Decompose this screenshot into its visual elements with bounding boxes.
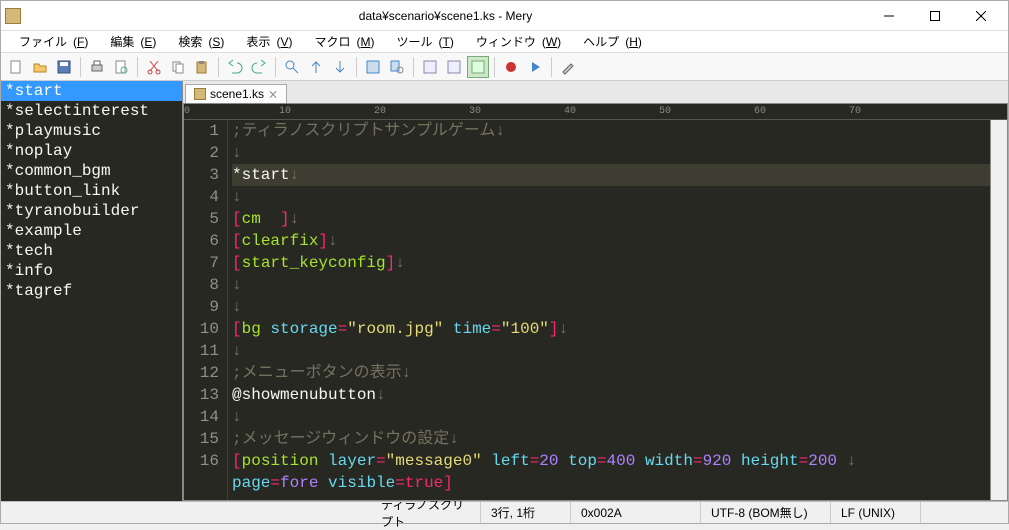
outline-item[interactable]: *example (1, 221, 182, 241)
status-position: 3行, 1桁 (481, 502, 571, 523)
menu-macro[interactable]: マクロ(M) (302, 31, 380, 52)
print-preview-icon[interactable] (110, 56, 132, 78)
outline-item[interactable]: *start (1, 81, 182, 101)
code-line[interactable]: ↓ (232, 186, 990, 208)
menu-help[interactable]: ヘルプ(H) (571, 31, 648, 52)
minimize-button[interactable] (866, 1, 912, 31)
code-line[interactable]: [start_keyconfig]↓ (232, 252, 990, 274)
code-line[interactable]: [bg storage="room.jpg" time="100"]↓ (232, 318, 990, 340)
status-eol: LF (UNIX) (831, 502, 921, 523)
arrow-down-icon[interactable] (329, 56, 351, 78)
maximize-button[interactable] (912, 1, 958, 31)
code-line[interactable]: @showmenubutton↓ (232, 384, 990, 406)
status-lang: ティラノスクリプト (371, 502, 481, 523)
arrow-up-icon[interactable] (305, 56, 327, 78)
statusbar: ティラノスクリプト 3行, 1桁 0x002A UTF-8 (BOM無し) LF… (1, 501, 1008, 523)
status-charcode: 0x002A (571, 502, 701, 523)
outline-item[interactable]: *selectinterest (1, 101, 182, 121)
code-line[interactable]: [clearfix]↓ (232, 230, 990, 252)
menu-file[interactable]: ファイル(F) (7, 31, 94, 52)
code-line[interactable]: ;メニューボタンの表示↓ (232, 362, 990, 384)
code-line[interactable]: page=fore visible=true] (232, 472, 990, 494)
bookmark-find-icon[interactable] (386, 56, 408, 78)
tab-close-icon[interactable]: ⨯ (268, 87, 278, 101)
tab-bar: scene1.ks ⨯ (183, 81, 1008, 103)
file-icon (194, 88, 206, 100)
outline-item[interactable]: *tyranobuilder (1, 201, 182, 221)
print-icon[interactable] (86, 56, 108, 78)
code-line[interactable]: ↓ (232, 274, 990, 296)
editor-area: scene1.ks ⨯ 010203040506070 123456789101… (183, 81, 1008, 501)
toolbar (1, 53, 1008, 81)
main: *start*selectinterest*playmusic*noplay*c… (1, 81, 1008, 501)
play-macro-icon[interactable] (524, 56, 546, 78)
settings-icon[interactable] (557, 56, 579, 78)
window-title: data¥scenario¥scene1.ks - Mery (25, 9, 866, 23)
code-line[interactable]: *start↓ (232, 164, 990, 186)
undo-icon[interactable] (224, 56, 246, 78)
menu-tool[interactable]: ツール(T) (384, 31, 459, 52)
ruler: 010203040506070 (184, 104, 1007, 120)
save-icon[interactable] (53, 56, 75, 78)
code-line[interactable]: ↓ (232, 406, 990, 428)
outline-item[interactable]: *info (1, 261, 182, 281)
code-line[interactable]: ↓ (232, 340, 990, 362)
outline-item[interactable]: *common_bgm (1, 161, 182, 181)
outline-item[interactable]: *button_link (1, 181, 182, 201)
paste-icon[interactable] (191, 56, 213, 78)
tab-label: scene1.ks (210, 87, 264, 101)
copy-icon[interactable] (167, 56, 189, 78)
open-file-icon[interactable] (29, 56, 51, 78)
code-line[interactable]: ↓ (232, 296, 990, 318)
outline-item[interactable]: *tech (1, 241, 182, 261)
outline-sidebar: *start*selectinterest*playmusic*noplay*c… (1, 81, 183, 501)
code-line[interactable]: [cm ]↓ (232, 208, 990, 230)
menu-search[interactable]: 検索(S) (166, 31, 230, 52)
close-button[interactable] (958, 1, 1004, 31)
vertical-scrollbar[interactable] (990, 120, 1007, 500)
find-icon[interactable] (281, 56, 303, 78)
code-line[interactable]: [position layer="message0" left=20 top=4… (232, 450, 990, 472)
app-icon (5, 8, 21, 24)
record-macro-icon[interactable] (500, 56, 522, 78)
file-tab[interactable]: scene1.ks ⨯ (185, 84, 287, 103)
menu-window[interactable]: ウィンドウ(W) (464, 31, 567, 52)
outline-item[interactable]: *playmusic (1, 121, 182, 141)
outline-item[interactable]: *tagref (1, 281, 182, 301)
status-encoding: UTF-8 (BOM無し) (701, 502, 831, 523)
code-line[interactable]: ;メッセージウィンドウの設定↓ (232, 428, 990, 450)
titlebar: data¥scenario¥scene1.ks - Mery (1, 1, 1008, 31)
bookmark-icon[interactable] (362, 56, 384, 78)
wrap3-icon[interactable] (467, 56, 489, 78)
redo-icon[interactable] (248, 56, 270, 78)
code-line[interactable]: ;ティラノスクリプトサンプルゲーム↓ (232, 120, 990, 142)
editor: 010203040506070 12345678910111213141516 … (183, 103, 1008, 501)
menu-view[interactable]: 表示(V) (234, 31, 298, 52)
wrap-icon[interactable] (419, 56, 441, 78)
outline-item[interactable]: *noplay (1, 141, 182, 161)
code-area[interactable]: ;ティラノスクリプトサンプルゲーム↓↓*start↓↓[cm ]↓[clearf… (228, 120, 990, 500)
wrap2-icon[interactable] (443, 56, 465, 78)
line-gutter: 12345678910111213141516 (184, 120, 228, 500)
cut-icon[interactable] (143, 56, 165, 78)
menubar: ファイル(F) 編集(E) 検索(S) 表示(V) マクロ(M) ツール(T) … (1, 31, 1008, 53)
new-file-icon[interactable] (5, 56, 27, 78)
code-line[interactable]: ↓ (232, 142, 990, 164)
menu-edit[interactable]: 編集(E) (98, 31, 162, 52)
